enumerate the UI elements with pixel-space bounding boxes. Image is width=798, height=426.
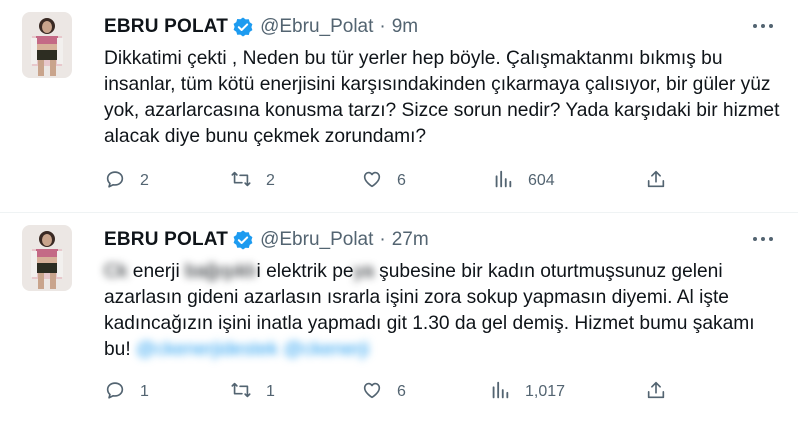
views-count: 604 <box>528 172 555 189</box>
mention-link[interactable]: @ckenerjidestek <box>136 339 278 360</box>
views-icon <box>492 168 514 195</box>
more-icon[interactable] <box>748 227 778 251</box>
tweet-text-segment: pe <box>332 261 354 282</box>
like-button[interactable]: 6 <box>361 168 406 194</box>
like-count: 6 <box>397 383 406 400</box>
like-count: 6 <box>397 172 406 189</box>
reply-button[interactable]: 2 <box>104 168 149 194</box>
tweet[interactable]: EBRU POLAT @Ebru_Polat · 9m Dikkatimi çe… <box>0 0 798 212</box>
share-icon <box>645 168 667 195</box>
reply-count: 1 <box>140 383 149 400</box>
timestamp[interactable]: 9m <box>392 16 418 38</box>
retweet-count: 2 <box>266 172 275 189</box>
reply-icon <box>104 168 126 195</box>
views-button[interactable]: 1,017 <box>489 379 565 405</box>
verified-badge-icon <box>232 16 254 38</box>
share-button[interactable] <box>645 379 667 405</box>
author-name[interactable]: EBRU POLAT <box>104 229 228 251</box>
author-name[interactable]: EBRU POLAT <box>104 16 228 38</box>
separator: · <box>379 16 386 37</box>
redacted-text: bağışıklı <box>185 261 257 282</box>
share-button[interactable] <box>645 168 667 194</box>
reply-count: 2 <box>140 172 149 189</box>
author-handle[interactable]: @Ebru_Polat <box>260 229 373 251</box>
redacted-text: Ck <box>104 261 128 282</box>
tweet-header: EBRU POLAT @Ebru_Polat · 27m <box>104 227 429 253</box>
separator: · <box>379 229 386 250</box>
avatar[interactable] <box>22 12 72 78</box>
retweet-icon <box>230 168 252 195</box>
reply-button[interactable]: 1 <box>104 379 149 405</box>
tweet[interactable]: EBRU POLAT @Ebru_Polat · 27m Ck enerji b… <box>0 213 798 426</box>
tweet-header: EBRU POLAT @Ebru_Polat · 9m <box>104 14 418 40</box>
redacted-text: ya <box>353 261 374 282</box>
share-icon <box>645 379 667 406</box>
tweet-text-segment: i elektrik <box>256 261 333 282</box>
like-icon <box>361 379 383 406</box>
author-handle[interactable]: @Ebru_Polat <box>260 16 373 38</box>
reply-icon <box>104 379 126 406</box>
timestamp[interactable]: 27m <box>392 229 429 251</box>
mention-link[interactable]: @ckenerji <box>284 339 370 360</box>
tweet-actions: 1 1 6 1,017 <box>104 379 684 405</box>
views-count: 1,017 <box>525 383 566 400</box>
tweet-text: Dikkatimi çekti , Neden bu tür yerler he… <box>104 48 780 147</box>
retweet-button[interactable]: 2 <box>230 168 275 194</box>
views-button[interactable]: 604 <box>492 168 555 194</box>
views-icon <box>489 379 511 406</box>
like-icon <box>361 168 383 195</box>
retweet-count: 1 <box>266 383 275 400</box>
avatar[interactable] <box>22 225 72 291</box>
more-icon[interactable] <box>748 14 778 38</box>
retweet-button[interactable]: 1 <box>230 379 275 405</box>
like-button[interactable]: 6 <box>361 379 406 405</box>
tweet-text-segment: enerji <box>127 261 186 282</box>
retweet-icon <box>230 379 252 406</box>
verified-badge-icon <box>232 229 254 251</box>
tweet-actions: 2 2 6 604 <box>104 168 684 194</box>
tweet-text: Ck enerji bağışıklıi elektrik peya şubes… <box>104 259 784 363</box>
